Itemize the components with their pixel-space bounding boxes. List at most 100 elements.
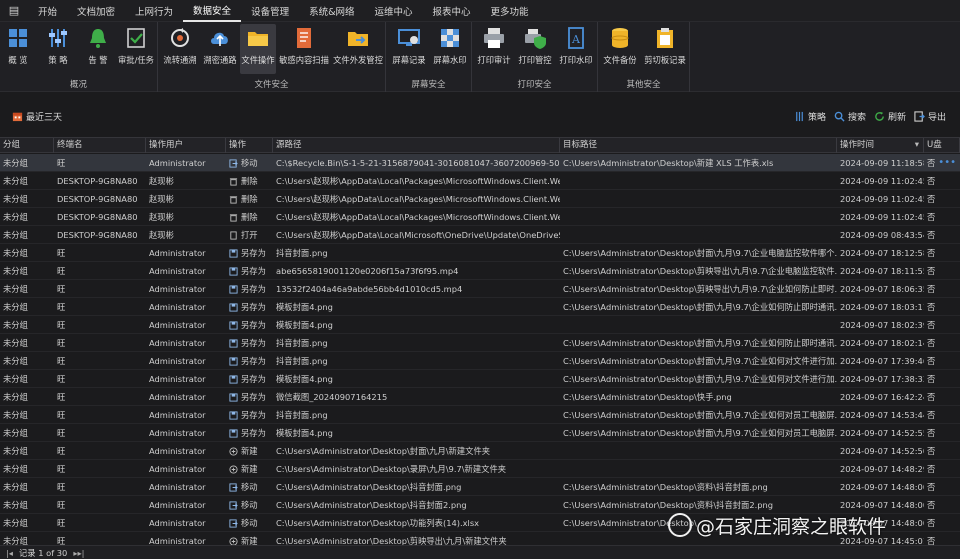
cell-usb: 否 xyxy=(927,428,936,438)
save-as-icon xyxy=(229,320,238,330)
screen-record-button[interactable]: 屏幕记录 xyxy=(389,24,429,74)
column-header-time[interactable]: 操作时间 ▾ xyxy=(837,138,924,153)
file-backup-button[interactable]: 文件备份 xyxy=(600,24,640,74)
print-control-button[interactable]: 打印管控 xyxy=(515,24,555,74)
table-row[interactable]: 未分组 旺 Administrator 移动 C:\$Recycle.Bin\S-1-5… xyxy=(0,154,960,172)
column-header-usb[interactable]: U盘 xyxy=(924,138,960,153)
table-row[interactable]: 未分组 旺 Administrator 另存为 抖音封面.png C:\Users\Adm… xyxy=(0,406,960,424)
table-row[interactable]: 未分组 旺 Administrator 另存为 模板封面4.png C:\Users\Ad… xyxy=(0,370,960,388)
print-watermark-button[interactable]: A 打印水印 xyxy=(556,24,596,74)
menu-item[interactable]: 报表中心 xyxy=(423,0,481,22)
refresh-button[interactable]: 刷新 xyxy=(874,110,906,123)
cell-source-path: 抖音封面.png xyxy=(276,410,328,420)
app-menu-icon[interactable]: ▤ xyxy=(0,0,28,22)
cell-group: 未分组 xyxy=(3,248,28,258)
cell-terminal: 旺 xyxy=(57,284,66,294)
table-row[interactable]: 未分组 旺 Administrator 另存为 微信截图_20240907164215 C… xyxy=(0,388,960,406)
date-filter-button[interactable]: 最近三天 xyxy=(12,110,62,123)
nav-first-icon[interactable]: |◂ xyxy=(6,548,13,558)
menu-item[interactable]: 数据安全 xyxy=(183,0,242,22)
policy-toolbar-button[interactable]: 策略 xyxy=(794,110,826,123)
export-button[interactable]: 导出 xyxy=(914,110,946,123)
menu-item[interactable]: 设备管理 xyxy=(241,0,299,22)
column-header-terminal[interactable]: 终端名 xyxy=(54,138,146,153)
watermark: @石家庄洞察之眼软件 xyxy=(668,510,886,540)
cell-time: 2024-09-09 11:02:45 xyxy=(840,194,924,204)
alert-button[interactable]: 告 警 xyxy=(82,24,114,74)
file-backup-label: 文件备份 xyxy=(603,55,637,65)
clipboard-record-label: 剪切板记录 xyxy=(644,55,686,65)
cell-group: 未分组 xyxy=(3,518,28,528)
table-row[interactable]: 未分组 DESKTOP-9G8NA80 赵现彬 删除 C:\Users\赵现彬\AppD… xyxy=(0,172,960,190)
leak-button[interactable]: 溯密通路 xyxy=(200,24,240,74)
table-row[interactable]: 未分组 旺 Administrator 另存为 abe6565819001120e020… xyxy=(0,262,960,280)
cell-operation: 移动 xyxy=(226,514,273,532)
cell-time: 2024-09-07 14:48:29 xyxy=(840,464,924,474)
cell-operation: 删除 xyxy=(226,208,273,226)
cell-operation: 删除 xyxy=(226,190,273,208)
table-row[interactable]: 未分组 旺 Administrator 另存为 抖音封面.png C:\Users\Adm… xyxy=(0,352,960,370)
cell-time: 2024-09-07 17:38:33 xyxy=(840,374,924,384)
nav-last-icon[interactable]: ▸▸| xyxy=(73,548,84,558)
column-header-group[interactable]: 分组 xyxy=(0,138,54,153)
cell-group: 未分组 xyxy=(3,392,28,402)
table-row[interactable]: 未分组 旺 Administrator 另存为 模板封面4.png 2024-09-07 … xyxy=(0,316,960,334)
cell-target-path: C:\Users\Administrator\Desktop\封面\九月\9.7… xyxy=(563,248,837,258)
menu-item[interactable]: 文档加密 xyxy=(67,0,125,22)
search-button[interactable]: 搜索 xyxy=(834,110,866,123)
more-options-icon[interactable]: ••• xyxy=(938,154,956,172)
column-header-target-path[interactable]: 目标路径 xyxy=(560,138,837,153)
table-row[interactable]: 未分组 旺 Administrator 另存为 抖音封面.png C:\Users\Adm… xyxy=(0,244,960,262)
operation-label: 新建 xyxy=(241,536,258,545)
table-row[interactable]: 未分组 旺 Administrator 新建 C:\Users\Administrato… xyxy=(0,442,960,460)
cell-time: 2024-09-07 17:39:46 xyxy=(840,356,924,366)
table-row[interactable]: 未分组 旺 Administrator 另存为 模板封面4.png C:\Users\Ad… xyxy=(0,424,960,442)
trace-button[interactable]: 流转通溯 xyxy=(160,24,200,74)
table-row[interactable]: 未分组 旺 Administrator 移动 C:\Users\Administrato… xyxy=(0,478,960,496)
operation-label: 移动 xyxy=(241,500,258,510)
cell-operation: 删除 xyxy=(226,172,273,190)
menu-item[interactable]: 上网行为 xyxy=(125,0,183,22)
table-row[interactable]: 未分组 旺 Administrator 另存为 抖音封面.png C:\Users\Adm… xyxy=(0,334,960,352)
save-as-icon xyxy=(229,428,238,438)
column-header-operation[interactable]: 操作 xyxy=(226,138,273,153)
toolbar: 最近三天 策略 搜索 刷新 导出 xyxy=(0,92,960,136)
cell-usb: 否 xyxy=(927,464,936,474)
shield-printer-icon xyxy=(525,29,546,49)
clipboard-record-button[interactable]: 剪切板记录 xyxy=(642,24,688,74)
cell-target-path: C:\Users\Administrator\Desktop\新建 XLS 工作… xyxy=(563,158,774,168)
cell-operation: 新建 xyxy=(226,442,273,460)
column-header-source-path[interactable]: 源路径 xyxy=(273,138,560,153)
cell-target-path xyxy=(560,226,837,244)
menu-item[interactable]: 系统&网络 xyxy=(299,0,364,22)
table-row[interactable]: 未分组 DESKTOP-9G8NA80 赵现彬 打开 C:\Users\赵现彬\AppD… xyxy=(0,226,960,244)
table-row[interactable]: 未分组 DESKTOP-9G8NA80 赵现彬 删除 C:\Users\赵现彬\AppD… xyxy=(0,208,960,226)
menu-item[interactable]: 更多功能 xyxy=(481,0,539,22)
cell-terminal: 旺 xyxy=(57,482,66,492)
operation-label: 另存为 xyxy=(241,356,266,366)
cell-group: 未分组 xyxy=(3,266,28,276)
approval-button[interactable]: 审批/任务 xyxy=(116,24,156,74)
cell-user: 赵现彬 xyxy=(149,194,174,204)
table-row[interactable]: 未分组 DESKTOP-9G8NA80 赵现彬 删除 C:\Users\赵现彬\AppD… xyxy=(0,190,960,208)
cell-target-path: C:\Users\Administrator\Desktop\封面\九月\9.7… xyxy=(563,302,837,312)
sensitive-scan-button[interactable]: 敏感内容扫描 xyxy=(278,24,330,74)
print-audit-button[interactable]: 打印审计 xyxy=(474,24,514,74)
document-a-icon: A xyxy=(568,27,584,49)
cell-terminal: 旺 xyxy=(57,302,66,312)
cell-operation: 另存为 xyxy=(226,406,273,424)
overview-button[interactable]: 概 览 xyxy=(2,24,34,74)
screen-watermark-button[interactable]: 屏幕水印 xyxy=(430,24,470,74)
menu-item[interactable]: 运维中心 xyxy=(365,0,423,22)
policy-button[interactable]: 策 略 xyxy=(42,24,74,74)
table-row[interactable]: 未分组 旺 Administrator 另存为 模板封面4.png C:\Users\Ad… xyxy=(0,298,960,316)
table-row[interactable]: 未分组 旺 Administrator 新建 C:\Users\Administrato… xyxy=(0,460,960,478)
cell-time: 2024-09-07 16:42:24 xyxy=(840,392,924,402)
column-header-user[interactable]: 操作用户 xyxy=(146,138,226,153)
table-row[interactable]: 未分组 旺 Administrator 另存为 13532f2404a46a9abde5… xyxy=(0,280,960,298)
cell-source-path: C:\$Recycle.Bin\S-1-5-21-3156879041-3016… xyxy=(276,158,560,168)
outgoing-control-button[interactable]: 文件外发管控 xyxy=(332,24,384,74)
menu-item[interactable]: 开始 xyxy=(28,0,67,22)
cell-time: 2024-09-09 11:02:45 xyxy=(840,212,924,222)
file-operation-button[interactable]: 文件操作 xyxy=(240,24,276,74)
